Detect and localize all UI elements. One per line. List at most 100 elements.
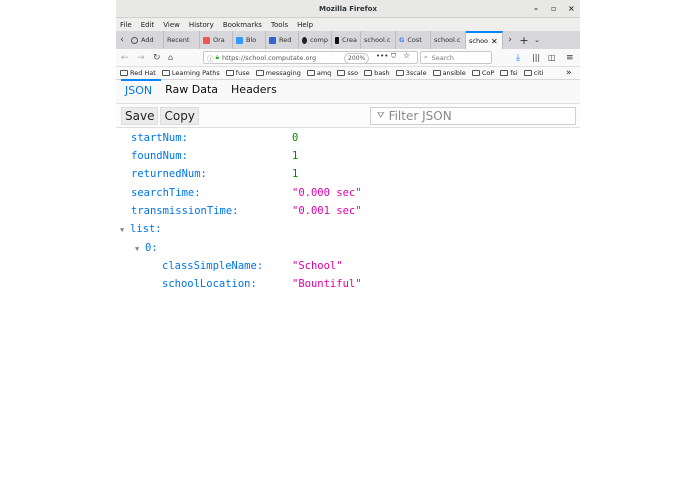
folder-icon — [395, 70, 404, 76]
save-button[interactable]: Save — [121, 106, 159, 125]
folder-icon — [432, 70, 441, 76]
menu-view[interactable]: View — [163, 21, 180, 29]
menu-file[interactable]: File — [120, 21, 132, 29]
folder-icon — [306, 70, 315, 76]
json-key: returnedNum: — [131, 168, 207, 180]
bookmark-folder[interactable]: citi — [523, 69, 543, 77]
tab-label: Red — [279, 36, 292, 44]
tab-label: comp — [309, 36, 328, 44]
tab-json[interactable]: JSON — [121, 79, 162, 103]
bookmark-label: 3scale — [405, 69, 427, 77]
url-text[interactable]: https://school.computate.org — [222, 54, 316, 62]
menu-tools[interactable]: Tools — [271, 21, 288, 29]
bookmark-folder[interactable]: bash — [364, 69, 390, 77]
github-icon — [302, 36, 307, 44]
browser-tab[interactable]: Ora — [200, 31, 233, 49]
menu-help[interactable]: Help — [297, 21, 313, 29]
json-row[interactable]: schoolLocation: — [162, 276, 257, 292]
bookmark-folder[interactable]: amq — [306, 69, 331, 77]
json-value: "School" — [292, 260, 343, 272]
menu-history[interactable]: History — [189, 21, 214, 29]
library-icon[interactable]: ||| — [532, 53, 540, 62]
menu-edit[interactable]: Edit — [141, 21, 155, 29]
close-tab-icon[interactable]: ✕ — [491, 37, 498, 46]
folder-icon — [225, 70, 234, 76]
minimize-icon[interactable]: – — [534, 0, 538, 18]
bookmark-star-icon[interactable]: ☆ — [403, 51, 410, 60]
pocket-icon[interactable]: ⛉ — [391, 52, 396, 61]
bookmark-folder[interactable]: Learning Paths — [161, 69, 220, 77]
json-value: 1 — [292, 150, 299, 162]
browser-tab[interactable]: school.c — [361, 31, 396, 49]
url-bar[interactable]: ⓘ 🔒︎ https://school.computate.org 200% •… — [203, 51, 418, 64]
browser-tab[interactable]: G Cost — [396, 31, 431, 49]
browser-tab[interactable]: comp — [299, 31, 332, 49]
bookmark-folder[interactable]: fuse — [225, 69, 250, 77]
browser-tab[interactable]: Add — [128, 31, 164, 49]
bookmark-folder[interactable]: messaging — [255, 69, 301, 77]
sidebar-icon[interactable]: ◫ — [548, 53, 556, 62]
search-icon: ⌕ — [424, 53, 428, 61]
search-input[interactable]: ⌕ Search — [420, 51, 492, 64]
back-icon[interactable]: ← — [121, 53, 129, 63]
tabs-scroll-right-icon[interactable]: › — [503, 35, 517, 45]
json-value: 0 — [292, 132, 299, 144]
bookmark-folder[interactable]: ansible — [432, 69, 466, 77]
json-row[interactable]: returnedNum: — [131, 166, 207, 182]
bookmark-label: fuse — [235, 69, 250, 77]
json-toolbar: Save Copy ⛛ Filter JSON — [116, 104, 580, 128]
browser-tab[interactable]: Recent — [164, 31, 200, 49]
bookmark-folder[interactable]: 3scale — [395, 69, 427, 77]
copy-button[interactable]: Copy — [160, 106, 199, 125]
browser-tab[interactable]: Crea — [332, 31, 361, 49]
zoom-level-badge[interactable]: 200% — [344, 53, 370, 64]
json-row[interactable]: startNum: — [131, 130, 188, 146]
tab-label: Recent — [167, 36, 190, 44]
json-row[interactable]: classSimpleName: — [162, 258, 263, 274]
json-key: 0: — [145, 242, 158, 254]
json-row[interactable]: foundNum: — [131, 148, 188, 164]
bookmark-folder[interactable]: fsi — [500, 69, 518, 77]
bookmark-folder[interactable]: sso — [337, 69, 358, 77]
json-row-list[interactable]: ▼ list: — [120, 221, 162, 237]
tab-label: Blo — [246, 36, 257, 44]
home-icon[interactable]: ⌂ — [168, 53, 173, 62]
info-icon[interactable]: ⓘ — [207, 53, 214, 63]
tab-label: Cost — [407, 36, 422, 44]
tab-label: school.c — [364, 36, 391, 44]
json-row[interactable]: searchTime: — [131, 185, 201, 201]
folder-icon — [471, 70, 480, 76]
menu-bookmarks[interactable]: Bookmarks — [223, 21, 262, 29]
maximize-icon[interactable]: ▫ — [551, 0, 556, 18]
expand-triangle-icon[interactable]: ▼ — [135, 241, 145, 257]
json-row[interactable]: transmissionTime: — [131, 203, 238, 219]
close-icon[interactable]: × — [568, 0, 575, 18]
tabs-list-chevron-down-icon[interactable]: ⌄ — [531, 36, 543, 44]
title-bar: Mozilla Firefox – ▫ × — [116, 0, 580, 18]
filter-json-input[interactable]: ⛛ Filter JSON — [370, 107, 576, 125]
browser-tab-active[interactable]: schoo ✕ — [466, 31, 503, 49]
json-row-item[interactable]: ▼ 0: — [135, 240, 158, 256]
forward-icon[interactable]: → — [137, 53, 145, 63]
bookmark-label: CoP — [481, 69, 495, 77]
tab-raw-data[interactable]: Raw Data — [161, 79, 227, 103]
page-actions-icon[interactable]: ••• — [376, 52, 388, 60]
folder-icon — [523, 70, 532, 76]
browser-tab[interactable]: school.c — [431, 31, 466, 49]
new-tab-icon[interactable]: + — [517, 34, 531, 47]
expand-triangle-icon[interactable]: ▼ — [120, 222, 130, 238]
bookmark-folder[interactable]: CoP — [471, 69, 495, 77]
hamburger-menu-icon[interactable]: ≡ — [566, 53, 574, 63]
browser-tab[interactable]: Red — [266, 31, 299, 49]
filter-placeholder: Filter JSON — [388, 109, 452, 123]
bookmark-folder[interactable]: Red Hat — [120, 69, 156, 77]
json-value: "Bountiful" — [292, 278, 362, 290]
tabs-scroll-left-icon[interactable]: ‹ — [116, 35, 128, 45]
browser-tab[interactable]: Blo — [233, 31, 266, 49]
download-icon[interactable]: ⤓ — [516, 53, 520, 63]
search-placeholder: Search — [431, 53, 454, 62]
bookmarks-overflow-icon[interactable]: » — [566, 68, 572, 78]
tab-headers[interactable]: Headers — [227, 79, 286, 103]
reload-icon[interactable]: ↻ — [153, 53, 161, 63]
json-value: "0.000 sec" — [292, 187, 362, 199]
